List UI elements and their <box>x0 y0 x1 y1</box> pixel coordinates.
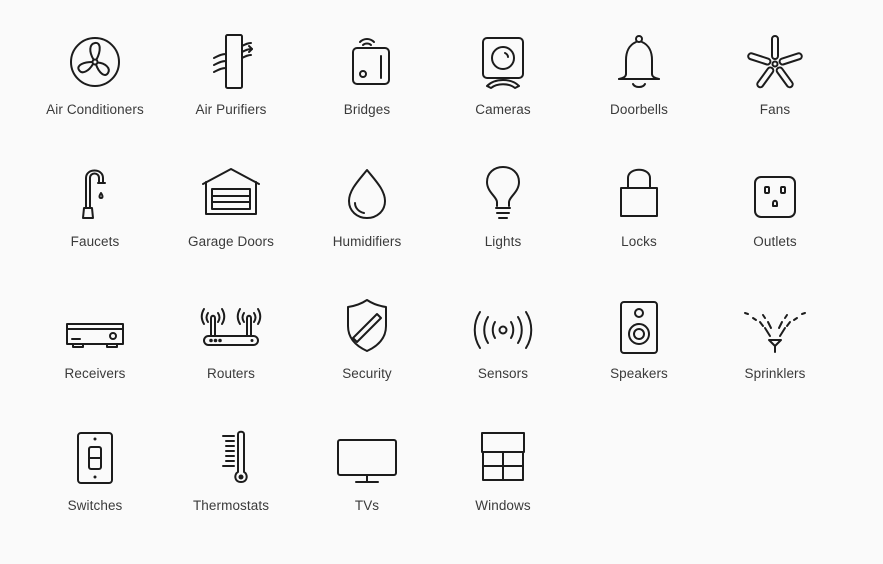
category-air-conditioners[interactable]: Air Conditioners <box>27 30 163 162</box>
category-label: Speakers <box>610 366 668 381</box>
category-label: Security <box>342 366 392 381</box>
lock-icon <box>620 168 658 217</box>
category-fans[interactable]: Fans <box>707 30 843 162</box>
category-label: Humidifiers <box>332 234 402 249</box>
humidifier-icon <box>348 169 386 219</box>
category-lights[interactable]: Lights <box>435 162 571 294</box>
router-icon <box>200 308 262 346</box>
category-windows[interactable]: Windows <box>435 426 571 558</box>
faucet-icon <box>82 169 106 219</box>
sensor-icon <box>473 311 533 349</box>
light-bulb-icon <box>486 166 520 219</box>
category-sprinklers[interactable]: Sprinklers <box>707 294 843 426</box>
window-icon <box>481 432 525 481</box>
category-doorbells[interactable]: Doorbells <box>571 30 707 162</box>
air-conditioner-icon <box>70 37 120 87</box>
sprinkler-icon <box>744 312 806 353</box>
category-label: Locks <box>621 234 657 249</box>
category-sensors[interactable]: Sensors <box>435 294 571 426</box>
category-label: Air Conditioners <box>46 102 144 117</box>
category-label: Cameras <box>475 102 531 117</box>
category-label: Routers <box>207 366 255 381</box>
category-tvs[interactable]: TVs <box>299 426 435 558</box>
category-label: Receivers <box>64 366 126 381</box>
category-label: TVs <box>354 498 380 513</box>
category-label: Outlets <box>753 234 797 249</box>
category-speakers[interactable]: Speakers <box>571 294 707 426</box>
doorbell-icon <box>618 35 660 88</box>
accessory-category-grid: Air Conditioners Air Purifiers Bridges C… <box>27 30 843 558</box>
category-routers[interactable]: Routers <box>163 294 299 426</box>
category-label: Bridges <box>343 102 391 117</box>
air-purifier-icon <box>213 34 253 89</box>
category-garage-doors[interactable]: Garage Doors <box>163 162 299 294</box>
outlet-icon <box>754 176 796 218</box>
category-thermostats[interactable]: Thermostats <box>163 426 299 558</box>
category-label: Thermostats <box>192 498 270 513</box>
speaker-icon <box>620 301 658 354</box>
switch-icon <box>77 432 113 484</box>
category-label: Air Purifiers <box>195 102 267 117</box>
category-label: Faucets <box>70 234 120 249</box>
category-air-purifiers[interactable]: Air Purifiers <box>163 30 299 162</box>
category-cameras[interactable]: Cameras <box>435 30 571 162</box>
category-label: Garage Doors <box>188 234 274 249</box>
category-label: Lights <box>484 234 522 249</box>
category-label: Sensors <box>477 366 529 381</box>
category-faucets[interactable]: Faucets <box>27 162 163 294</box>
thermostat-icon <box>222 430 248 483</box>
receiver-icon <box>66 323 124 348</box>
category-label: Fans <box>759 102 791 117</box>
garage-door-icon <box>202 168 260 215</box>
category-label: Doorbells <box>610 102 668 117</box>
category-humidifiers[interactable]: Humidifiers <box>299 162 435 294</box>
category-receivers[interactable]: Receivers <box>27 294 163 426</box>
tv-icon <box>337 439 397 483</box>
category-outlets[interactable]: Outlets <box>707 162 843 294</box>
category-security[interactable]: Security <box>299 294 435 426</box>
category-label: Switches <box>67 498 123 513</box>
category-label: Sprinklers <box>744 366 806 381</box>
camera-icon <box>482 37 524 89</box>
category-locks[interactable]: Locks <box>571 162 707 294</box>
category-bridges[interactable]: Bridges <box>299 30 435 162</box>
fan-icon <box>747 35 803 89</box>
category-switches[interactable]: Switches <box>27 426 163 558</box>
category-label: Windows <box>475 498 531 513</box>
bridge-icon <box>352 38 390 85</box>
security-shield-icon <box>347 299 387 352</box>
